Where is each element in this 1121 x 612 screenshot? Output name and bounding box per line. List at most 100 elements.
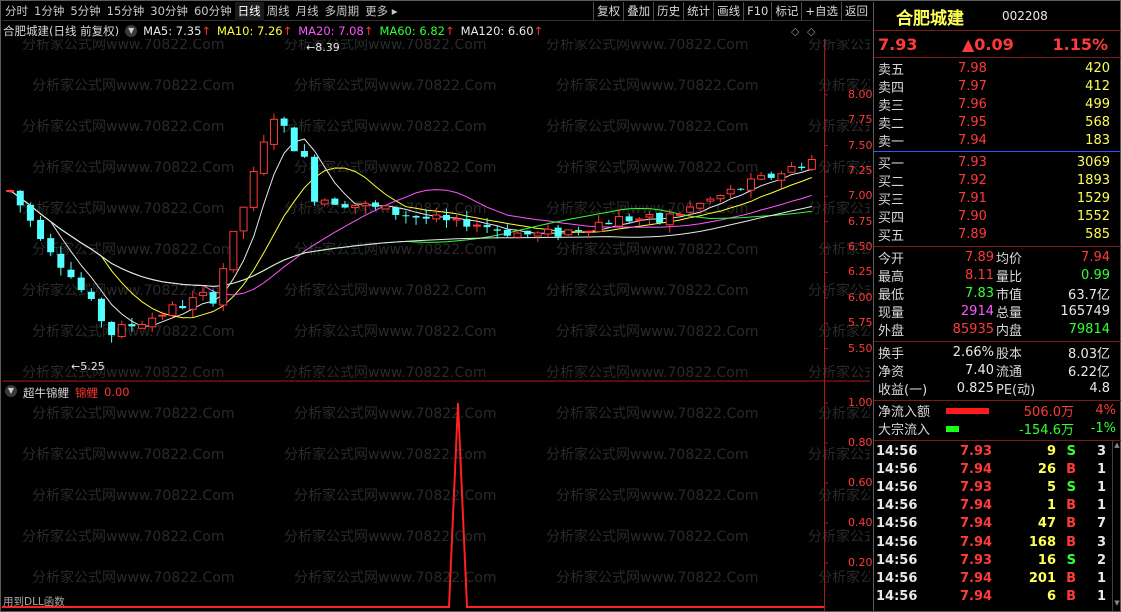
ma5-value: 7.35 [175,24,202,38]
chevron-down-icon[interactable]: ▼ [5,385,17,397]
indicator-axis-label: 0.40 [848,516,873,529]
app-window: 分时 1分钟 5分钟 15分钟 30分钟 60分钟 日线 周线 月线 多周期 更… [0,0,1121,612]
scroll-up-icon[interactable]: ▲ [1113,441,1121,451]
candle-body [463,219,471,227]
back-button[interactable]: 返回 [841,1,871,21]
ma10-label: MA10: [217,24,254,38]
trade-side: S [1066,443,1076,459]
ask-row[interactable]: 卖二 7.95 568 [874,114,1121,132]
trade-count: 1 [1096,570,1106,586]
stat-value: 7.83 [965,285,994,301]
watermark-text: 分析家公式网www.70822.Com [22,200,224,217]
tab-15min[interactable]: 15分钟 [104,2,148,21]
trade-price: 7.94 [960,516,993,532]
kline-chart[interactable]: 分析家公式网www.70822.Com 分析家公式网www.70822.Com 分析… [2,39,870,611]
trade-side: S [1066,479,1076,495]
flow-bar [946,407,990,414]
chevron-down-icon[interactable]: ▼ [125,25,138,37]
candle-body [259,141,268,174]
trade-side: B [1066,461,1076,477]
history-button[interactable]: 历史 [653,1,683,21]
stat-value: 7.94 [1081,249,1110,265]
restore-rights-button[interactable]: 复权 [593,1,623,21]
tab-30min[interactable]: 30分钟 [147,2,191,21]
tab-1min[interactable]: 1分钟 [31,2,67,21]
tab-multi-period[interactable]: 多周期 [322,2,363,21]
tab-60min[interactable]: 60分钟 [191,2,235,21]
stat-row: 最低 7.83 市值 63.7亿 [874,284,1121,303]
watermark-text: 分析家公式网www.70822.Com [22,528,224,545]
stat-value: 0.825 [956,380,994,396]
tab-5min[interactable]: 5分钟 [67,2,103,21]
ask-label: 卖五 [878,62,905,78]
tab-weekly[interactable]: 周线 [264,2,293,21]
stat-value: 4.8 [1089,380,1110,396]
chart-name-text: 合肥城建 [3,24,49,38]
up-arrow-icon: ↑ [363,24,374,38]
candle-body [361,203,370,207]
bid-row[interactable]: 买五 7.89 585 [874,226,1121,244]
trade-count: 1 [1096,479,1106,495]
quote-panel: 合肥城建 002208 7.93 ▲0.09 1.15% 卖五 7.98 420 卖四… [873,2,1121,612]
bid-price: 7.93 [958,154,987,170]
ask-row[interactable]: 卖一 7.94 183 [874,132,1121,150]
stat-label: 内盘 [996,324,1023,340]
ask-row[interactable]: 卖四 7.97 412 [874,77,1121,96]
trade-list-scrollbar[interactable]: ▲ ▼ [1112,441,1121,611]
watermark-text: 分析家公式网www.70822.Com [556,77,758,94]
watermark-layer: 分析家公式网www.70822.Com 分析家公式网www.70822.Com 分析… [22,39,870,586]
dll-note: 用到DLL函数 [3,596,65,608]
tab-more[interactable]: 更多 ▸ [362,2,400,21]
trade-price: 7.94 [960,534,993,550]
ma60-legend: MA60: 6.82↑ [379,24,454,38]
chart-stock-name: 合肥城建(日线 前复权) [3,23,119,39]
ma120-label: MA120: [460,24,505,38]
stat-value: 2.66% [952,344,994,360]
stats-button[interactable]: 统计 [683,1,713,21]
candle-body [249,170,258,208]
divider [874,57,1121,58]
add-watchlist-button[interactable]: +自选 [801,1,841,21]
price-axis-label: 7.00 [848,189,873,203]
indicator-series-label: 锦鲤 [75,386,98,400]
candle-body [168,304,177,316]
bid-row[interactable]: 买四 7.90 1552 [874,208,1121,226]
candle-body [524,230,532,235]
watermark-text: 分析家公式网www.70822.Com [556,487,758,504]
tab-daily[interactable]: 日线 [234,1,264,21]
diamond-icon[interactable]: ◇ [807,25,815,38]
ask-label: 卖一 [878,135,905,151]
watermark-text: 分析家公式网www.70822.Com [32,77,234,94]
tab-fenshi[interactable]: 分时 [2,2,31,21]
quote-stock-name: 合肥城建 [896,8,964,29]
candle-body [97,298,105,322]
price-axis-label: 6.00 [848,290,873,304]
f10-button[interactable]: F10 [743,1,771,21]
scroll-down-icon[interactable]: ▼ [1113,599,1121,609]
ask-label: 卖四 [878,80,905,96]
quote-title: 合肥城建 002208 [874,4,1121,29]
candle-body [737,188,745,190]
bid-label: 买三 [878,192,905,208]
overlay-button[interactable]: 叠加 [623,1,653,21]
ask-price: 7.96 [958,96,987,112]
bid-row[interactable]: 买二 7.92 1893 [874,171,1121,190]
diamond-icon[interactable]: ◇ [791,25,799,38]
ask-row[interactable]: 卖五 7.98 420 [874,59,1121,78]
bid-row[interactable]: 买三 7.91 1529 [874,189,1121,208]
mark-button[interactable]: 标记 [771,1,801,21]
draw-line-button[interactable]: 画线 [713,1,743,21]
candle-body [402,215,410,217]
stat-label: 市值 [996,287,1023,303]
trade-time: 14:56 [876,479,918,495]
tab-monthly[interactable]: 月线 [293,2,322,21]
candle-body [706,198,715,202]
candle-body [605,222,613,225]
candle-body [767,173,775,178]
ask-row[interactable]: 卖三 7.96 499 [874,95,1121,114]
watermark-text: 分析家公式网www.70822.Com [22,39,224,53]
bid-row[interactable]: 买一 7.93 3069 [874,153,1121,172]
trade-price: 7.94 [960,461,993,477]
ask-price: 7.98 [958,60,987,76]
watermark-text: 分析家公式网www.70822.Com [22,118,224,135]
